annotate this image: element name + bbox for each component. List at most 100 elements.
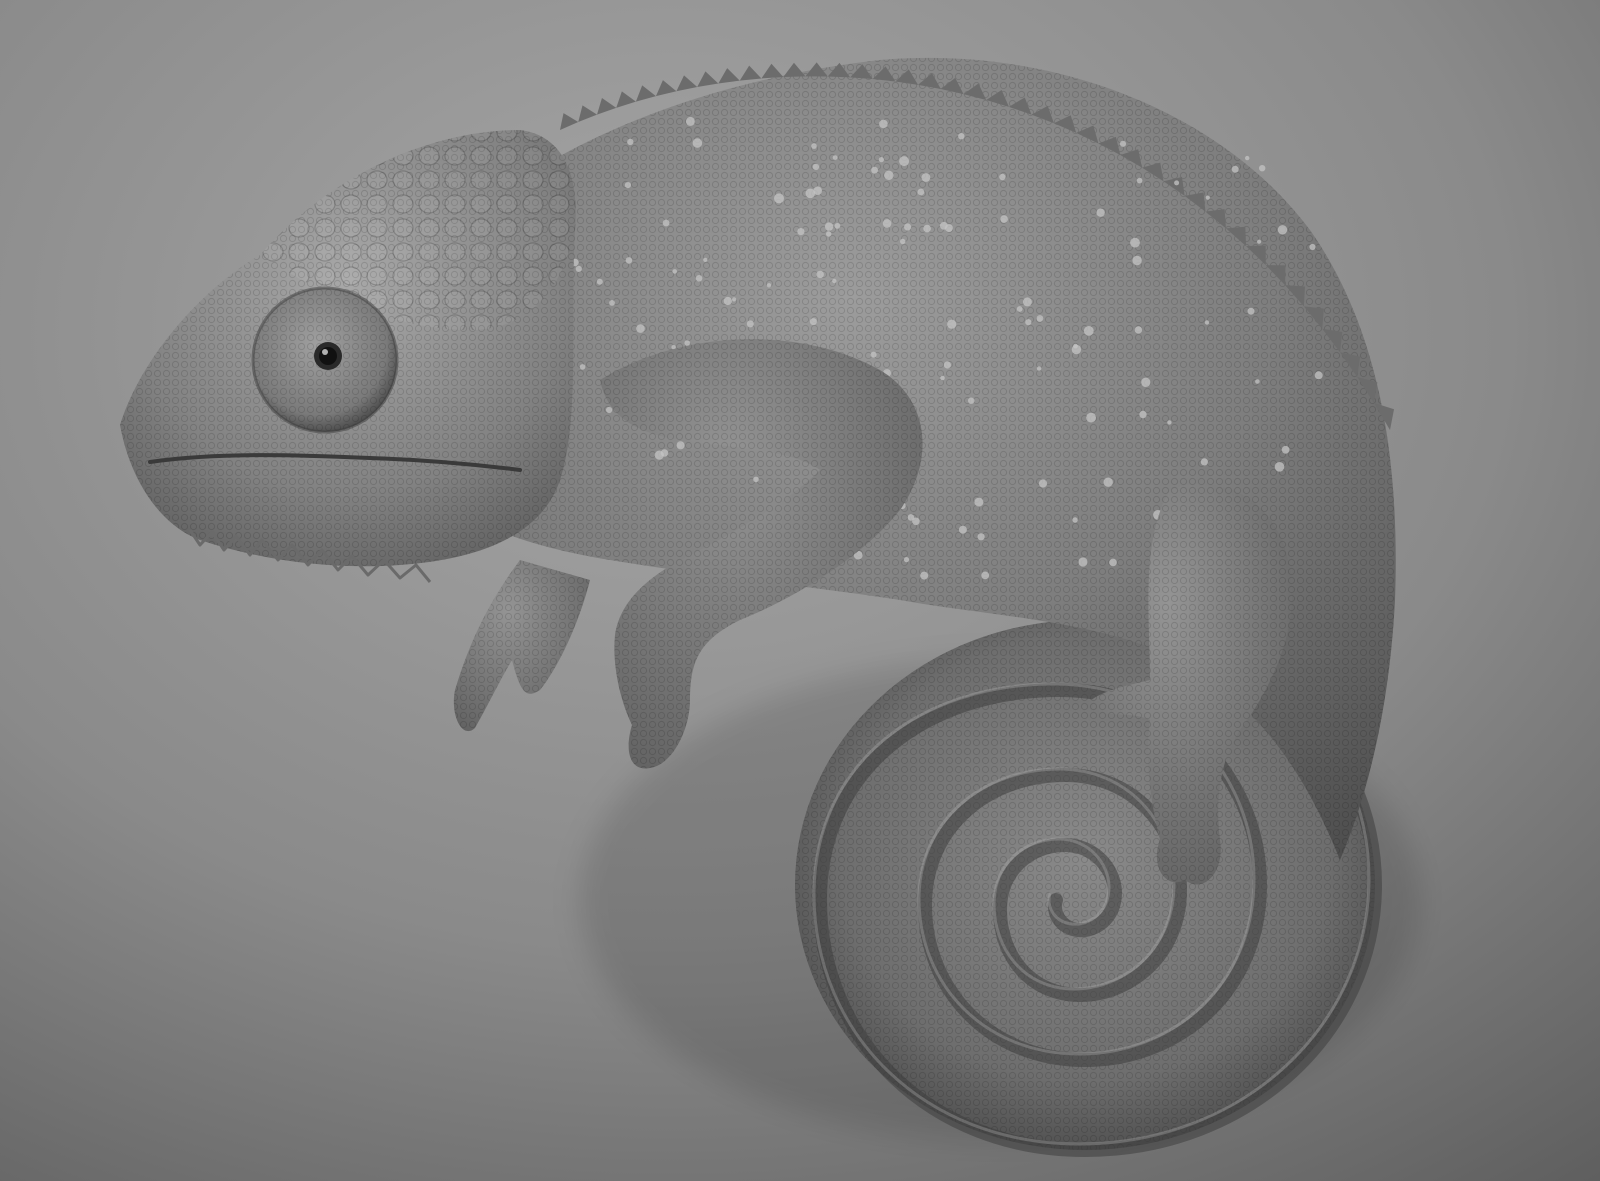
tubercle (1309, 243, 1316, 251)
tubercle (684, 340, 690, 346)
tubercle (904, 223, 912, 231)
tubercle (625, 257, 633, 264)
tubercle (1073, 343, 1078, 349)
tubercle (903, 557, 910, 563)
tubercle (1132, 255, 1142, 266)
tubercle (624, 182, 632, 189)
tubercle (1255, 379, 1260, 384)
render-viewport (0, 0, 1600, 1181)
tubercle (609, 300, 615, 306)
tubercle (958, 133, 965, 140)
tubercle (1016, 306, 1023, 312)
tubercle (879, 119, 888, 129)
tubercle (999, 173, 1006, 181)
tubercle (917, 188, 925, 196)
tubercle (958, 525, 967, 534)
tubercle (1247, 307, 1255, 315)
tubercle (660, 449, 669, 457)
tubercle (1078, 557, 1088, 567)
tubercle (1314, 371, 1323, 380)
tubercle (1141, 377, 1151, 387)
tubercle (1257, 239, 1262, 244)
tubercle (1119, 140, 1127, 147)
tubercle (900, 238, 906, 245)
tubercle (870, 351, 877, 358)
tubercle (575, 265, 582, 272)
tubercle (746, 320, 754, 328)
tubercle (753, 476, 759, 483)
tubercle (811, 143, 817, 149)
tubercle (1245, 155, 1250, 161)
tubercle (882, 219, 892, 228)
tubercle (606, 406, 613, 414)
eye (251, 286, 399, 434)
tubercle (939, 221, 948, 230)
tubercle (968, 397, 975, 404)
tubercle (832, 155, 838, 161)
tubercle (692, 138, 703, 148)
tubercle (1103, 477, 1113, 487)
tubercle (627, 138, 634, 146)
tubercle (662, 219, 670, 227)
tubercle (805, 188, 816, 199)
tubercle (943, 361, 952, 369)
tubercle (1025, 319, 1032, 326)
tubercle (636, 324, 645, 333)
tubercle (878, 157, 885, 163)
tubercle (907, 514, 915, 521)
tubercle (923, 224, 931, 233)
tubercle (766, 283, 772, 288)
tubercle (685, 116, 695, 126)
chameleon-render (0, 0, 1600, 1181)
tubercle (1036, 366, 1042, 371)
tubercle (824, 222, 834, 231)
tubercle (1086, 412, 1096, 423)
tubercle (899, 156, 910, 167)
tubercle (1281, 445, 1290, 454)
tubercle (1109, 558, 1117, 567)
tubercle (1136, 177, 1143, 184)
tubercle (732, 297, 737, 302)
tubercle (1200, 458, 1208, 466)
tubercle (797, 228, 805, 236)
tubercle (1277, 225, 1288, 235)
tubercle (596, 278, 603, 285)
tubercle (832, 278, 837, 284)
tubercle (921, 173, 931, 182)
tubercle (812, 163, 820, 171)
tubercle (1174, 180, 1180, 186)
tubercle (703, 257, 708, 262)
pupil (319, 347, 337, 365)
tubercle (920, 571, 929, 580)
tubercle (1167, 420, 1172, 425)
tubercle (695, 275, 703, 282)
tubercle (1096, 208, 1105, 217)
tubercle (1038, 479, 1048, 488)
tubercle (1274, 462, 1285, 472)
tubercle (1134, 326, 1143, 334)
tubercle (884, 170, 894, 180)
tubercle (1022, 297, 1032, 307)
tubercle (809, 318, 817, 326)
tubercle (816, 270, 824, 279)
tubercle (774, 193, 784, 204)
tubercle (1231, 165, 1239, 173)
tubercle (1259, 165, 1266, 172)
tubercle (977, 533, 985, 541)
tubercle (871, 166, 878, 174)
tubercle (1083, 326, 1094, 336)
tubercle (826, 231, 832, 237)
tubercle (1204, 320, 1210, 325)
tubercle (1205, 195, 1210, 200)
tubercle (1036, 315, 1044, 322)
tubercle (940, 375, 945, 381)
tubercle (947, 319, 957, 329)
tubercle (974, 497, 984, 507)
tubercle (676, 441, 685, 450)
tubercle (1139, 410, 1147, 419)
tubercle (834, 223, 841, 229)
tubercle (672, 269, 677, 274)
tubercle (981, 571, 990, 580)
tubercle (1000, 215, 1008, 223)
tubercle (1130, 237, 1140, 248)
